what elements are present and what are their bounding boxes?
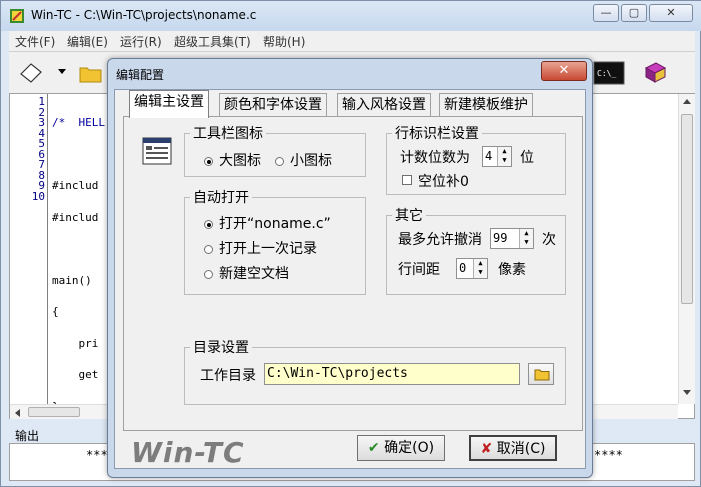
scroll-left-icon[interactable] [14,409,20,417]
ok-label: 确定(O) [384,440,435,456]
spinner-value: 0 [459,261,467,275]
cancel-label: 取消(C) [496,441,546,457]
workdir-label: 工作目录 [200,368,256,384]
app-icon [10,9,24,23]
radio-label: 新建空文档 [219,266,289,282]
browse-folder-button[interactable] [528,363,554,385]
menu-file[interactable]: 文件(F) [15,33,55,50]
output-text-left: *** [86,448,108,462]
spacing-label: 行间距 [398,262,440,278]
menu-run[interactable]: 运行(R) [120,33,162,50]
spinner-value: 99 [493,231,508,245]
spinner-value: 4 [485,149,493,163]
wintc-logo: Win-TC [131,436,245,469]
tab-main-settings[interactable]: 编辑主设置 [129,90,209,118]
close-button[interactable]: ✕ [649,4,693,22]
radio-small-icon[interactable] [275,157,284,166]
vertical-scrollbar[interactable] [678,94,695,404]
group-title: 目录设置 [190,337,252,357]
spinner-arrows-icon[interactable]: ▲ ▼ [519,229,533,248]
digits-unit: 位 [520,150,534,166]
code-text: /* HELL ​ #includ #includ ​ main() { pri… [52,97,105,433]
dialog-body: 编辑主设置 颜色和字体设置 输入风格设置 新建模板维护 工具栏图标 大图标 小图… [114,89,586,469]
chevron-down-icon[interactable] [57,66,67,76]
spacing-unit: 像素 [498,262,526,278]
minimize-icon: — [600,6,612,19]
window-title: Win-TC - C:\Win-TC\projects\noname.c [31,8,257,22]
menu-bar: 文件(F) 编辑(E) 运行(R) 超级工具集(T) 帮助(H) [9,31,695,51]
radio-label: 小图标 [290,153,332,169]
group-title: 自动打开 [190,187,252,207]
other-group [386,215,566,295]
console-icon[interactable]: C:\_ [593,60,625,86]
ok-button[interactable]: ✔ 确定(O) [357,435,445,461]
undo-label: 最多允许撤消 [398,232,482,248]
maximize-button[interactable]: ▢ [621,4,647,22]
svg-text:C:\_: C:\_ [597,69,616,78]
digits-label: 计数位数为 [400,150,470,166]
cancel-x-icon: ✘ [480,441,493,457]
group-title: 工具栏图标 [190,123,266,143]
dialog-title: 编辑配置 [116,68,165,82]
menu-edit[interactable]: 编辑(E) [67,33,108,50]
cancel-button[interactable]: ✘ 取消(C) [469,435,557,461]
dialog-close-button[interactable]: ✕ [541,61,587,81]
radio-open-noname[interactable] [204,220,213,229]
scroll-up-icon[interactable] [683,98,691,104]
tab-input-style[interactable]: 输入风格设置 [337,93,431,117]
help-book-icon[interactable] [641,60,669,86]
spacing-spinner[interactable]: 0 ▲ ▼ [456,258,488,279]
close-icon: ✕ [666,6,676,19]
code-line: #includ [52,179,99,192]
workdir-input[interactable]: C:\Win-TC\projects [264,363,520,385]
code-line: get [52,368,99,381]
line-number-gutter: 1 2 3 4 5 6 7 8 9 10 [10,94,48,404]
title-bar: Win-TC - C:\Win-TC\projects\noname.c — ▢… [1,1,701,31]
tab-color-font[interactable]: 颜色和字体设置 [219,93,327,117]
radio-label: 打开上一次记录 [219,241,317,257]
code-line: ​ [52,150,105,161]
zero-pad-label: 空位补0 [418,174,469,190]
digits-spinner[interactable]: 4 ▲ ▼ [482,146,512,167]
group-title: 行标识栏设置 [392,123,482,143]
code-line: ​ [52,244,105,255]
folder-icon [534,369,550,381]
radio-label: 大图标 [219,153,261,169]
open-folder-icon[interactable] [77,60,105,86]
check-icon: ✔ [367,440,380,456]
scroll-thumb[interactable] [28,407,80,417]
code-line: /* HELL [52,116,105,129]
code-line: { [52,305,59,318]
radio-open-last[interactable] [204,245,213,254]
menu-tools[interactable]: 超级工具集(T) [174,33,251,50]
radio-large-icon[interactable] [204,157,213,166]
code-line: pri [52,336,99,350]
edit-config-dialog: 编辑配置 ✕ 编辑主设置 颜色和字体设置 输入风格设置 新建模板维护 工具栏图标… [107,58,593,478]
settings-window-icon [142,137,172,165]
spinner-arrows-icon[interactable]: ▲ ▼ [473,259,487,278]
output-label: 输出 [15,429,40,443]
undo-unit: 次 [542,232,556,248]
scroll-down-icon[interactable] [683,390,691,396]
undo-spinner[interactable]: 99 ▲ ▼ [490,228,534,249]
new-file-icon[interactable] [17,60,45,86]
group-title: 其它 [392,205,426,225]
code-line: #includ [52,210,99,224]
spinner-arrows-icon[interactable]: ▲ ▼ [497,147,511,166]
zero-pad-checkbox[interactable] [402,175,412,185]
radio-label: 打开“noname.c” [219,216,331,232]
scroll-thumb[interactable] [681,114,693,304]
output-text-right: **** [594,448,623,462]
close-icon: ✕ [558,63,570,78]
minimize-button[interactable]: — [593,4,619,22]
tab-page: 工具栏图标 大图标 小图标 自动打开 打开“noname.c” 打开上一次记录 … [123,116,583,431]
tab-template[interactable]: 新建模板维护 [439,93,533,117]
menu-help[interactable]: 帮助(H) [263,33,305,50]
line-number: 10 [31,189,45,203]
maximize-icon: ▢ [628,6,640,19]
radio-new-empty[interactable] [204,270,213,279]
code-line: main() [52,273,92,287]
